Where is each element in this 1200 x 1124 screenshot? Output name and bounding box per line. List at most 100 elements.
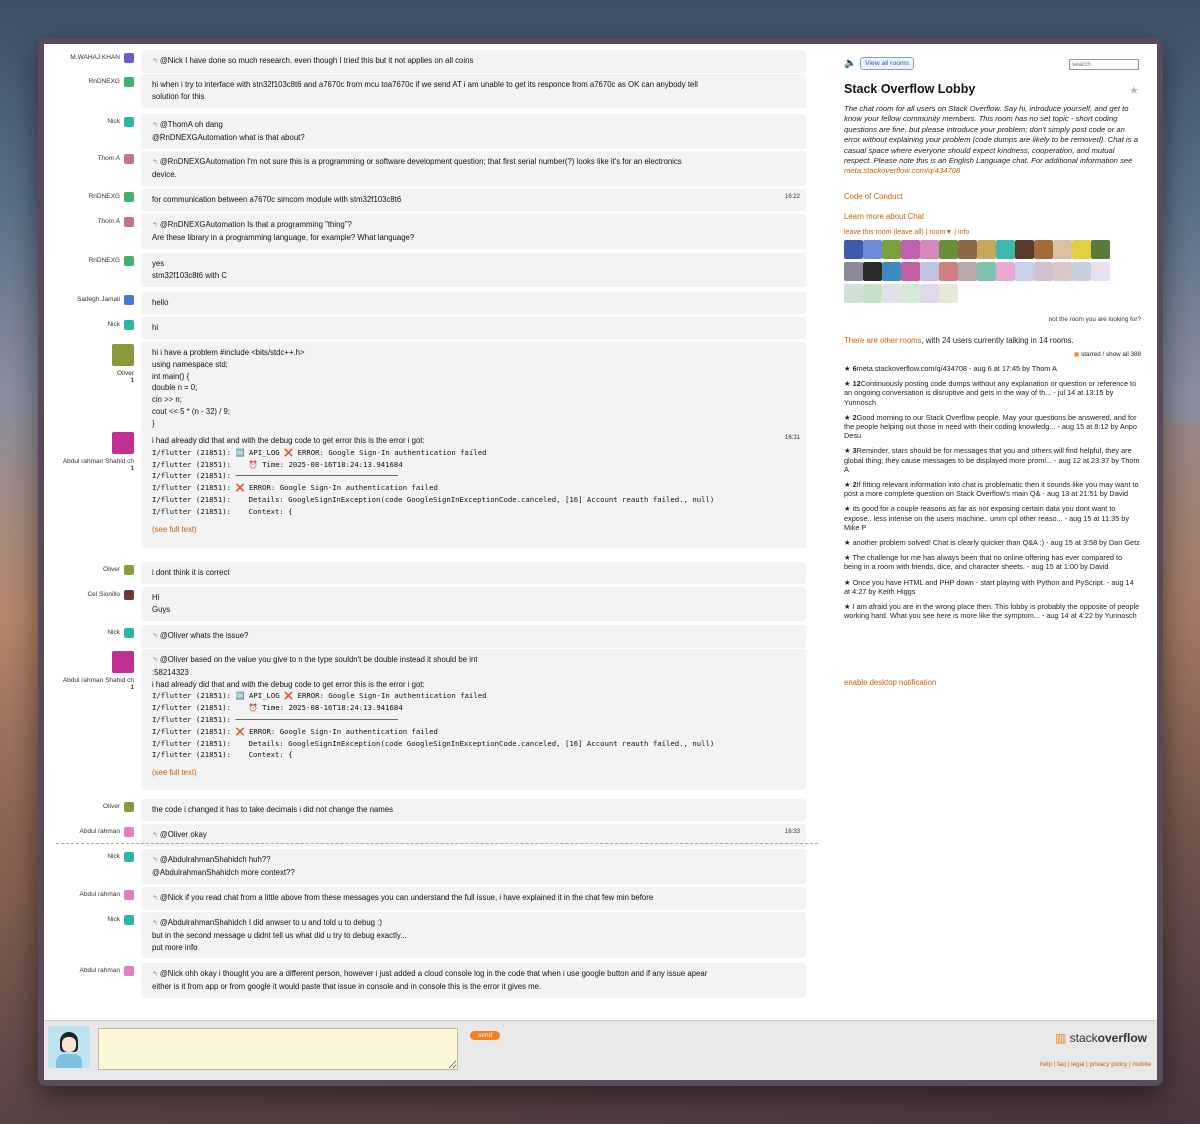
present-user-avatar[interactable] — [1015, 262, 1034, 281]
message-content[interactable]: ↰ @Oliver whats the issue? — [141, 625, 806, 648]
user-name[interactable]: Abdul rahman Shahid ch — [63, 458, 134, 465]
starred-message[interactable]: ★ I am afraid you are in the wrong place… — [844, 602, 1141, 620]
user-name[interactable]: Oliver — [103, 803, 120, 810]
user-avatar[interactable] — [124, 889, 134, 900]
user-name[interactable]: Abdul rahman — [80, 891, 120, 898]
star-room-icon[interactable]: ★ — [1129, 84, 1139, 97]
reply-icon[interactable]: ↰ — [152, 857, 158, 864]
description-link[interactable]: meta.stackoverflow.com/q/434708 — [844, 166, 960, 175]
star-icon[interactable]: ★ — [844, 446, 853, 455]
message-author[interactable]: Oliver — [44, 564, 134, 575]
message-content[interactable]: Hi Guys — [141, 587, 806, 621]
message-content[interactable]: the code i changed it has to take decima… — [141, 799, 806, 821]
starred-message[interactable]: ★ 6meta.stackoverflow.com/q/434708 - aug… — [844, 364, 1141, 373]
user-name[interactable]: Sadegh Jamali — [77, 296, 120, 303]
starred-message[interactable]: ★ Once you have HTML and PHP down - star… — [844, 578, 1141, 596]
user-name[interactable]: RnDNEXG — [89, 78, 120, 85]
message-content[interactable]: yes stm32f103c8t6 with C — [141, 253, 806, 287]
message-author[interactable]: Abdul rahman — [44, 965, 134, 976]
message-content[interactable]: hi — [141, 317, 806, 339]
star-icon[interactable]: ★ — [844, 364, 853, 373]
view-all-rooms-button[interactable]: View all rooms — [860, 57, 915, 70]
present-user-avatar[interactable] — [844, 240, 863, 259]
user-avatar[interactable] — [124, 319, 134, 330]
message-content[interactable]: hello — [141, 292, 806, 314]
present-user-avatar[interactable] — [863, 240, 882, 259]
sound-icon[interactable]: 🔈 — [844, 58, 856, 69]
user-name[interactable]: Thom A — [97, 218, 120, 225]
starred-message[interactable]: ★ 2Good morning to our Stack Overflow pe… — [844, 413, 1141, 441]
message-author[interactable]: Abdul rahman — [44, 889, 134, 900]
user-avatar[interactable] — [124, 564, 134, 575]
message-content[interactable]: for communication between a7670c simcom … — [141, 189, 806, 211]
user-avatar[interactable] — [124, 627, 134, 638]
user-name[interactable]: Nick — [107, 321, 120, 328]
message-content[interactable]: ↰ @Oliver based on the value you give to … — [141, 649, 806, 790]
user-name[interactable]: Nick — [107, 916, 120, 923]
starred-header[interactable]: ▣ starred / show all 388 — [1073, 351, 1141, 358]
present-user-avatar[interactable] — [996, 240, 1015, 259]
present-user-avatar[interactable] — [1053, 240, 1072, 259]
user-name[interactable]: RnDNEXG — [89, 193, 120, 200]
see-full-text-link[interactable]: (see full text) — [152, 524, 795, 536]
see-full-text-link[interactable]: (see full text) — [152, 767, 795, 779]
user-name[interactable]: Oliver — [103, 566, 120, 573]
reply-icon[interactable]: ↰ — [152, 222, 158, 229]
user-avatar[interactable] — [124, 801, 134, 812]
user-avatar[interactable] — [124, 216, 134, 227]
starred-message[interactable]: ★ its good for a couple reasons as far a… — [844, 504, 1141, 532]
present-user-avatar[interactable] — [958, 262, 977, 281]
present-user-avatar[interactable] — [958, 240, 977, 259]
message-content[interactable]: i had already did that and with the debu… — [141, 430, 806, 548]
message-author[interactable]: Nick — [44, 116, 134, 127]
present-user-avatar[interactable] — [1091, 240, 1110, 259]
user-avatar[interactable] — [124, 255, 134, 266]
message-content[interactable]: i dont think it is correct — [141, 562, 806, 584]
present-user-avatar[interactable] — [863, 262, 882, 281]
user-avatar[interactable] — [112, 651, 134, 673]
present-user-avatar[interactable] — [844, 284, 863, 303]
reply-icon[interactable]: ↰ — [152, 122, 158, 129]
message-author[interactable]: Oliver 1 — [44, 344, 134, 384]
message-content[interactable]: hi i have a problem #include <bits/stdc+… — [141, 342, 806, 435]
message-author[interactable]: Nick — [44, 319, 134, 330]
star-icon[interactable]: ★ — [844, 379, 853, 388]
message-author[interactable]: Sadegh Jamali — [44, 294, 134, 305]
message-author[interactable]: Thom A — [44, 153, 134, 164]
message-author[interactable]: Abdul rahman — [44, 826, 134, 837]
user-name[interactable]: Cel Sionillo — [87, 591, 120, 598]
starred-message[interactable]: ★ 2If fitting relevant information into … — [844, 480, 1141, 498]
user-name[interactable]: Abdul rahman — [80, 967, 120, 974]
user-avatar[interactable] — [124, 851, 134, 862]
user-avatar[interactable] — [124, 965, 134, 976]
user-name[interactable]: M.WAHAJ KHAN — [70, 54, 120, 61]
user-avatar[interactable] — [112, 344, 134, 366]
user-avatar[interactable] — [124, 153, 134, 164]
present-user-avatar[interactable] — [901, 240, 920, 259]
message-content[interactable]: ↰ @AbdulrahmanShahidch I did anwser to u … — [141, 912, 806, 959]
message-input[interactable] — [98, 1028, 458, 1070]
user-avatar[interactable] — [124, 191, 134, 202]
reply-icon[interactable]: ↰ — [152, 971, 158, 978]
user-name[interactable]: Nick — [107, 853, 120, 860]
message-content[interactable]: ↰ @RnDNEXGAutomation Is that a programmin… — [141, 214, 806, 249]
code-of-conduct-link[interactable]: Code of Conduct — [844, 192, 903, 201]
reply-icon[interactable]: ↰ — [152, 657, 158, 664]
message-content[interactable]: ↰ @Nick ohh okay i thought you are a diff… — [141, 963, 806, 998]
star-icon[interactable]: ★ — [844, 578, 853, 587]
message-author[interactable]: Thom A — [44, 216, 134, 227]
message-author[interactable]: Nick — [44, 914, 134, 925]
message-author[interactable]: Nick — [44, 627, 134, 638]
star-icon[interactable]: ★ — [844, 480, 853, 489]
starred-message[interactable]: ★ The challenge for me has always been t… — [844, 553, 1141, 571]
other-rooms-link[interactable]: There are other rooms — [844, 336, 922, 345]
user-avatar[interactable] — [124, 826, 134, 837]
user-name[interactable]: Thom A — [97, 155, 120, 162]
user-name[interactable]: Oliver — [117, 370, 134, 377]
present-user-avatar[interactable] — [1053, 262, 1072, 281]
message-author[interactable]: RnDNEXG — [44, 76, 134, 87]
user-avatar[interactable] — [124, 116, 134, 127]
user-name[interactable]: RnDNEXG — [89, 257, 120, 264]
present-user-avatar[interactable] — [996, 262, 1015, 281]
message-content[interactable]: ↰ @Nick I have done so much research. eve… — [141, 50, 806, 73]
